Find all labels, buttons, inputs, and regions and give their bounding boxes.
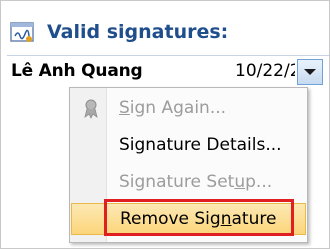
- signer-name: Lê Anh Quang: [11, 61, 143, 81]
- sign-again-icon: [80, 97, 102, 119]
- signature-row[interactable]: Lê Anh Quang 10/22/20: [5, 58, 323, 86]
- signatures-header: Valid signatures:: [7, 12, 228, 52]
- menu-item-label: Signature Setup...: [119, 172, 273, 192]
- header-divider: [7, 55, 329, 56]
- signature-date: 10/22/20: [235, 61, 295, 81]
- signature-icon: [7, 17, 37, 47]
- menu-item-label: Sign Again...: [119, 98, 227, 118]
- list-background: [5, 87, 69, 247]
- annotation-highlight-box: [104, 199, 294, 236]
- menu-item-sign-again[interactable]: Sign Again...: [71, 92, 306, 124]
- signatures-pane: Valid signatures: Lê Anh Quang 10/22/20 …: [0, 0, 330, 249]
- menu-item-signature-details[interactable]: Signature Details...: [71, 129, 306, 161]
- menu-item-label: Signature Details...: [119, 135, 282, 155]
- signature-dropdown-button[interactable]: [297, 59, 323, 85]
- menu-item-signature-setup[interactable]: Signature Setup...: [71, 166, 306, 198]
- panel-title: Valid signatures:: [47, 21, 229, 43]
- chevron-down-icon: [304, 69, 316, 75]
